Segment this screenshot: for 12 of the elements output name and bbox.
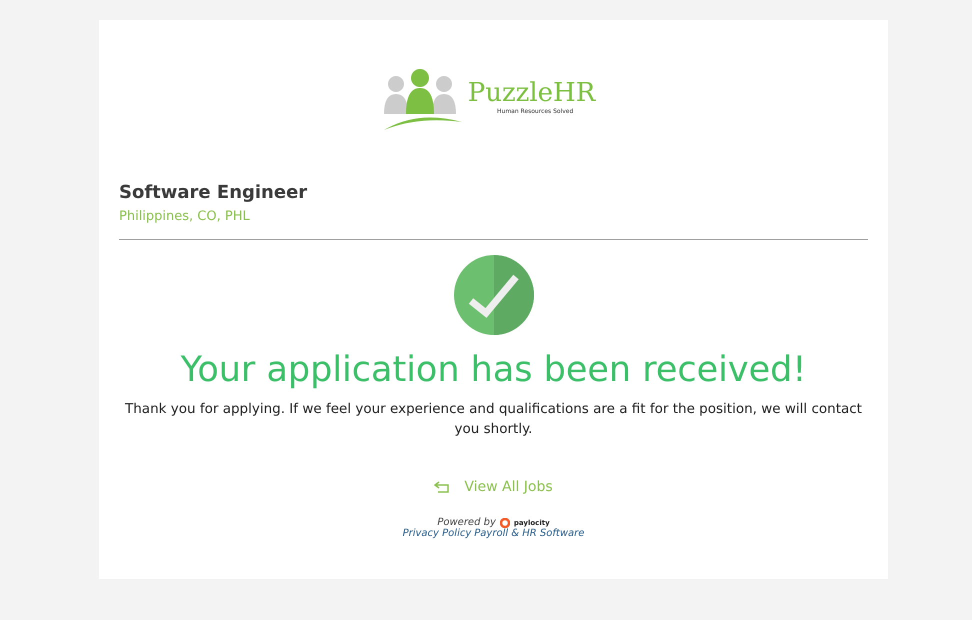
powered-by-text: Powered by: [437, 517, 496, 528]
check-icon: [454, 255, 534, 335]
paylocity-logo-icon: [500, 518, 510, 528]
confirmation-message: Thank you for applying. If we feel your experience and qualifications are a fit for the position, we will contact you shortly.: [124, 400, 863, 439]
confirmation-heading: Your application has been received!: [180, 349, 806, 392]
footer-link[interactable]: Payroll & HR Software: [474, 528, 584, 539]
return-arrow-icon: [434, 481, 450, 493]
brand-name: PuzzleHR: [468, 78, 596, 108]
people-logo-icon: [382, 68, 464, 132]
job-title: Software Engineer: [119, 182, 308, 203]
footer-link[interactable]: Privacy Policy: [402, 528, 472, 539]
job-location: Philippines, CO, PHL: [119, 209, 251, 224]
